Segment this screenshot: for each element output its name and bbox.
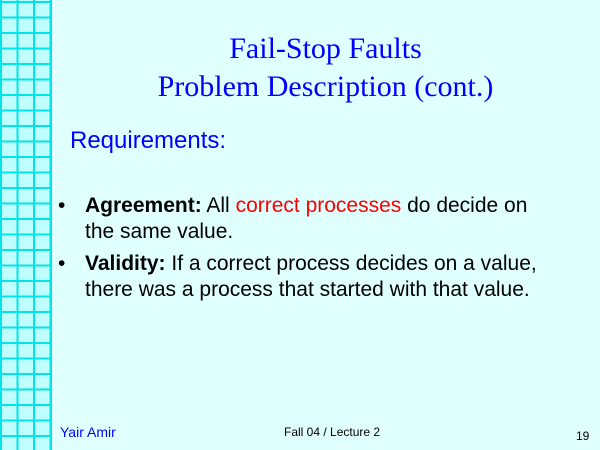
text: All: [201, 194, 236, 217]
term: Validity:: [85, 252, 166, 275]
highlight-text: correct processes: [235, 194, 402, 217]
title-line-1: Fail-Stop Faults: [229, 32, 422, 65]
title-line-2: Problem Description (cont.): [157, 70, 494, 103]
slide-title: Fail-Stop Faults Problem Description (co…: [51, 30, 600, 106]
decorative-grid: [0, 0, 52, 450]
bullet-validity: • Validity: If a correct process decides …: [58, 251, 558, 303]
bullet-icon: •: [58, 252, 66, 275]
bullet-list: • Agreement: All correct processes do dec…: [58, 193, 558, 309]
footer-author: Yair Amir: [60, 424, 116, 440]
bullet-agreement: • Agreement: All correct processes do dec…: [58, 193, 558, 245]
section-heading: Requirements:: [70, 127, 227, 154]
bullet-icon: •: [58, 194, 66, 217]
page-number: 19: [576, 429, 590, 443]
term: Agreement:: [85, 194, 202, 217]
footer-course: Fall 04 / Lecture 2: [284, 425, 381, 439]
